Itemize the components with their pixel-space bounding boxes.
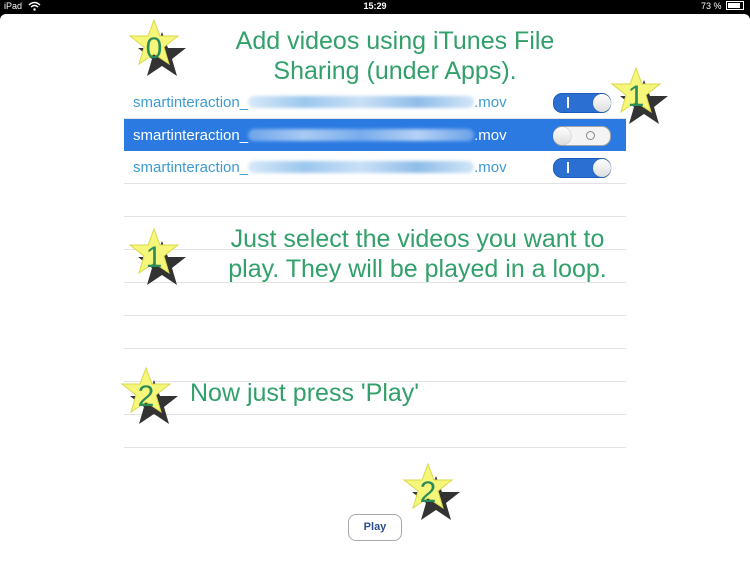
battery-indicator: 73 % xyxy=(701,1,744,11)
app-screen: 0 Add videos using iTunes File Sharing (… xyxy=(0,14,750,563)
video-row-selected[interactable]: smartinteraction_ .mov xyxy=(124,119,626,151)
empty-row xyxy=(124,316,626,349)
instruction-press-play: Now just press 'Play' xyxy=(190,379,420,407)
empty-row xyxy=(124,283,626,316)
star-2-number: 2 xyxy=(137,380,155,413)
video-name: smartinteraction_ .mov xyxy=(133,94,507,111)
instruction-add-videos: Add videos using iTunes File Sharing (un… xyxy=(235,27,555,85)
instruction-select-videos: Just select the videos you want to play.… xyxy=(228,225,607,283)
battery-percent: 73 % xyxy=(700,1,722,11)
star-1-number: 1 xyxy=(145,241,163,274)
video-name: smartinteraction_ .mov xyxy=(133,159,507,176)
video-toggle[interactable] xyxy=(553,158,611,178)
video-toggle[interactable] xyxy=(553,93,611,113)
blurred-filename xyxy=(248,161,475,173)
star-2-play-icon: 2 xyxy=(402,462,466,526)
star-0-number: 0 xyxy=(145,32,163,65)
video-row[interactable]: smartinteraction_ .mov xyxy=(124,86,626,119)
status-bar: iPad 15:29 73 % xyxy=(0,0,750,14)
star-1-icon: 1 xyxy=(128,227,192,291)
play-button[interactable]: Play xyxy=(348,514,402,541)
star-2-play-number: 2 xyxy=(419,476,437,509)
blurred-filename xyxy=(248,129,475,141)
battery-icon xyxy=(726,1,744,10)
clock: 15:29 xyxy=(363,1,387,11)
star-1-toggle-icon: 1 xyxy=(610,66,674,130)
star-2-icon: 2 xyxy=(120,366,184,430)
empty-row xyxy=(124,184,626,217)
empty-row xyxy=(124,415,626,448)
video-row[interactable]: smartinteraction_ .mov xyxy=(124,151,626,184)
video-name: smartinteraction_ .mov xyxy=(133,127,507,144)
star-1-toggle-number: 1 xyxy=(627,80,645,113)
blurred-filename xyxy=(248,96,475,108)
video-toggle[interactable] xyxy=(553,126,611,146)
star-0-icon: 0 xyxy=(128,18,192,82)
